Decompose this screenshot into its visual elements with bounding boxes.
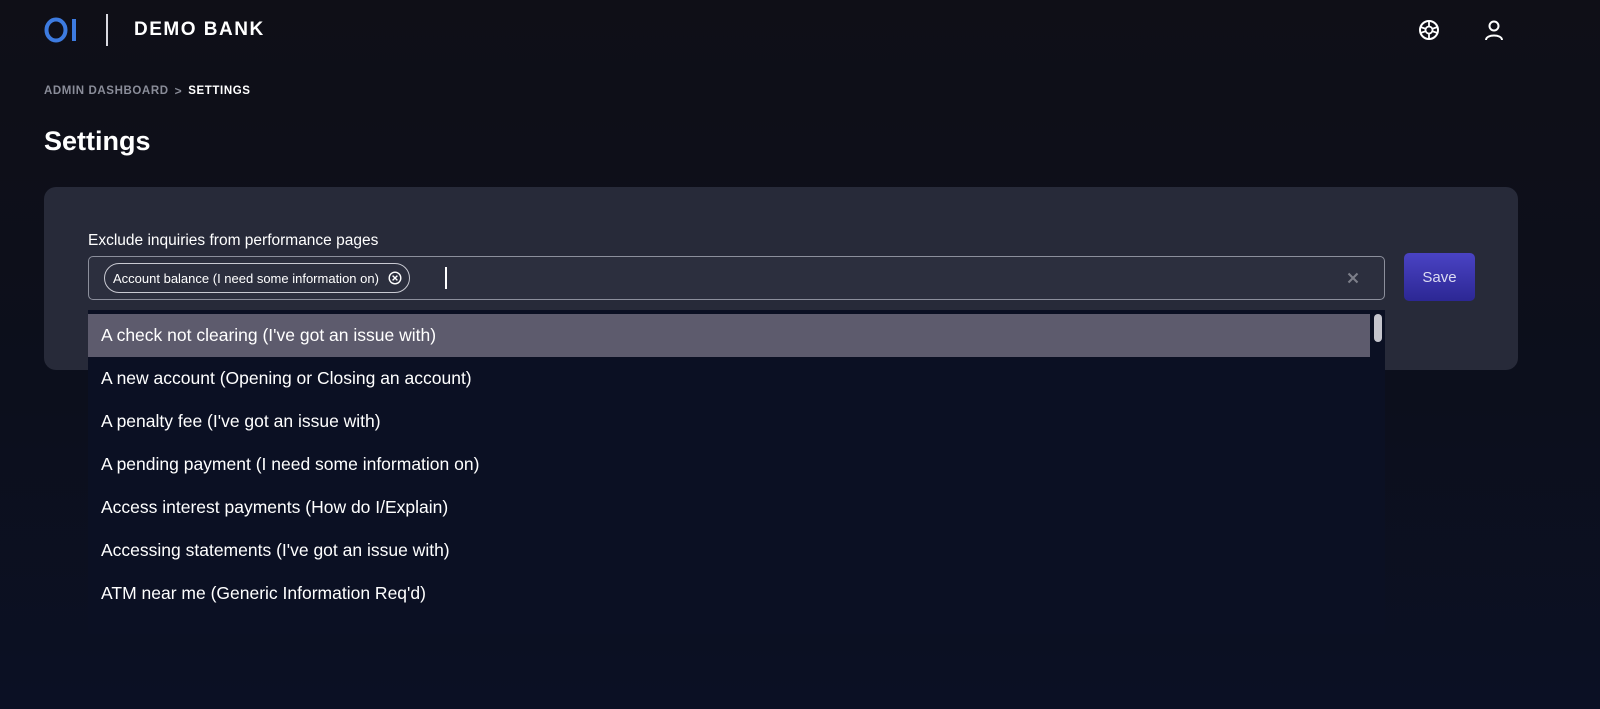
oi-logo-icon[interactable]	[44, 16, 80, 44]
breadcrumb-separator: >	[174, 84, 183, 98]
options-dropdown[interactable]: A check not clearing (I've got an issue …	[88, 310, 1385, 634]
logo-divider	[106, 14, 108, 46]
dropdown-option[interactable]: A new account (Opening or Closing an acc…	[88, 357, 1370, 400]
dropdown-option[interactable]: Access interest payments (How do I/Expla…	[88, 486, 1370, 529]
exclude-inquiries-multiselect[interactable]: Account balance (I need some information…	[88, 256, 1385, 300]
exclude-inquiries-label: Exclude inquiries from performance pages	[88, 232, 379, 249]
text-caret	[445, 267, 447, 289]
help-wheel-icon[interactable]	[1416, 17, 1442, 43]
dropdown-clip	[88, 620, 1370, 634]
page-title: Settings	[44, 126, 151, 156]
selected-chip: Account balance (I need some information…	[104, 263, 410, 293]
dropdown-option[interactable]: A check not clearing (I've got an issue …	[88, 314, 1370, 357]
dropdown-option[interactable]: A penalty fee (I've got an issue with)	[88, 400, 1370, 443]
chip-remove-icon[interactable]	[387, 270, 403, 286]
save-button[interactable]: Save	[1404, 253, 1475, 301]
clear-all-icon[interactable]	[1344, 269, 1362, 287]
dropdown-option[interactable]: ATM near me (Generic Information Req'd)	[88, 572, 1370, 615]
brand-name: DEMO BANK	[134, 19, 265, 40]
dropdown-option[interactable]: Accessing statements (I've got an issue …	[88, 529, 1370, 572]
dropdown-scrollbar[interactable]	[1370, 310, 1385, 634]
user-icon[interactable]	[1481, 17, 1507, 43]
breadcrumb: ADMIN DASHBOARD > SETTINGS	[44, 84, 251, 98]
scrollbar-thumb[interactable]	[1374, 314, 1382, 342]
dropdown-option[interactable]: A pending payment (I need some informati…	[88, 443, 1370, 486]
breadcrumb-admin-dashboard[interactable]: ADMIN DASHBOARD	[44, 85, 169, 97]
breadcrumb-current: SETTINGS	[188, 85, 251, 97]
top-bar: DEMO BANK	[0, 0, 1600, 60]
chip-label: Account balance (I need some information…	[113, 270, 379, 286]
